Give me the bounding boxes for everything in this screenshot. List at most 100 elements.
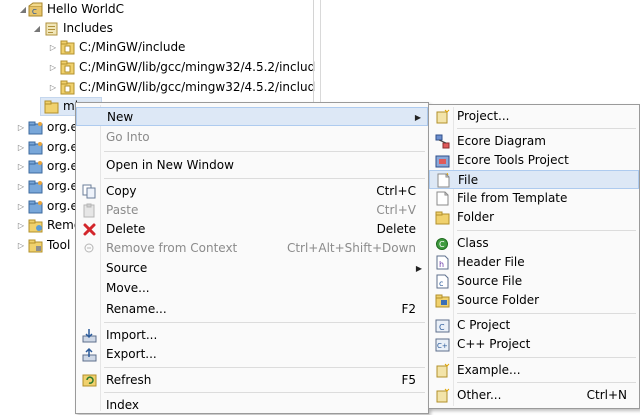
menu-item-ecore-tools-project[interactable]: Ecore Tools Project bbox=[429, 151, 639, 170]
menu-separator bbox=[457, 313, 636, 314]
menu-item-ecore-diagram[interactable]: Ecore Diagram bbox=[429, 132, 639, 151]
menu-item-open-in-new-window[interactable]: Open in New Window bbox=[76, 156, 428, 175]
file-template-icon bbox=[435, 191, 450, 206]
menu-item-rename[interactable]: Rename... F2 bbox=[76, 300, 428, 319]
other-wizard-icon bbox=[435, 388, 450, 403]
menu-item-label: Example... bbox=[457, 363, 521, 377]
menu-item-label: Refresh bbox=[106, 373, 152, 387]
menu-item-class[interactable]: C Class bbox=[429, 234, 639, 253]
collapsed-arrow-icon[interactable]: ▷ bbox=[48, 78, 58, 97]
menu-separator bbox=[104, 367, 425, 368]
tree-item-label: Includes bbox=[63, 21, 113, 35]
source-file-icon: c bbox=[435, 274, 450, 289]
menu-item-label: Delete bbox=[106, 222, 146, 236]
export-icon bbox=[82, 347, 97, 362]
menu-item-label: File bbox=[458, 173, 479, 187]
tree-item-label: org.e bbox=[47, 120, 78, 134]
expanded-arrow-icon[interactable]: ◢ bbox=[18, 0, 28, 19]
copy-icon bbox=[82, 184, 97, 199]
menu-item-folder[interactable]: Folder bbox=[429, 208, 639, 227]
menu-item-other[interactable]: Other... Ctrl+N bbox=[429, 386, 639, 405]
collapsed-arrow-icon[interactable]: ▷ bbox=[48, 58, 58, 77]
tree-item-project[interactable]: ▷ org.e bbox=[0, 118, 80, 137]
tree-item-include-path[interactable]: ▷ C:/MinGW/lib/gcc/mingw32/4.5.2/includ bbox=[0, 78, 315, 97]
menu-item-move[interactable]: Move... bbox=[76, 279, 428, 298]
menu-item-shortcut: F2 bbox=[401, 302, 416, 316]
tree-item-label: Tool bbox=[47, 238, 71, 252]
collapsed-arrow-icon[interactable]: ▷ bbox=[16, 236, 26, 255]
menu-item-index[interactable]: Index bbox=[76, 396, 428, 415]
refresh-icon bbox=[82, 373, 97, 388]
menu-item-copy[interactable]: Copy Ctrl+C bbox=[76, 182, 428, 201]
project-folder-icon bbox=[28, 140, 43, 155]
context-menu: New ▶ Go Into Open in New Window Copy Ct… bbox=[75, 102, 429, 414]
menu-item-source-folder[interactable]: Source Folder bbox=[429, 291, 639, 310]
ecore-diagram-icon bbox=[435, 134, 450, 149]
tree-item-tools[interactable]: ▷ Tool bbox=[0, 236, 80, 255]
menu-item-shortcut: Delete bbox=[376, 222, 416, 236]
menu-separator bbox=[104, 178, 425, 179]
menu-item-delete[interactable]: Delete Delete bbox=[76, 220, 428, 239]
collapsed-arrow-icon[interactable]: ▷ bbox=[16, 216, 26, 235]
tree-item-project[interactable]: ▷ org.e bbox=[0, 138, 80, 157]
include-folder-icon bbox=[60, 60, 75, 75]
collapsed-arrow-icon[interactable]: ▷ bbox=[16, 197, 26, 216]
menu-item-export[interactable]: Export... bbox=[76, 345, 428, 364]
menu-item-label: Remove from Context bbox=[106, 241, 238, 255]
include-folder-icon bbox=[60, 80, 75, 95]
menu-item-cpp-project[interactable]: C+ C++ Project bbox=[429, 335, 639, 354]
svg-text:c: c bbox=[439, 279, 443, 288]
collapsed-arrow-icon[interactable]: ▷ bbox=[16, 118, 26, 137]
folder-icon bbox=[44, 99, 59, 114]
expanded-arrow-icon[interactable]: ◢ bbox=[32, 19, 42, 38]
tree-item-hello-worldc[interactable]: ◢ C Hello WorldC bbox=[0, 0, 313, 19]
tree-item-include-path[interactable]: ▷ C:/MinGW/include bbox=[0, 38, 313, 57]
menu-item-new[interactable]: New ▶ bbox=[76, 107, 428, 126]
menu-item-label: Copy bbox=[106, 184, 137, 198]
menu-item-label: Project... bbox=[457, 109, 510, 123]
menu-separator bbox=[457, 128, 636, 129]
delete-icon bbox=[82, 222, 97, 237]
tree-item-remote[interactable]: ▷ Remo bbox=[0, 216, 81, 235]
new-submenu: Project... Ecore Diagram Ecore Tools Pro… bbox=[428, 104, 640, 409]
tree-item-include-path[interactable]: ▷ C:/MinGW/lib/gcc/mingw32/4.5.2/includ bbox=[0, 58, 316, 77]
collapsed-arrow-icon[interactable]: ▷ bbox=[16, 138, 26, 157]
tree-item-label: C:/MinGW/lib/gcc/mingw32/4.5.2/includ bbox=[79, 60, 316, 74]
menu-item-refresh[interactable]: Refresh F5 bbox=[76, 371, 428, 390]
menu-separator bbox=[457, 357, 636, 358]
menu-separator bbox=[457, 230, 636, 231]
menu-item-label: Source bbox=[106, 261, 148, 275]
includes-icon bbox=[44, 21, 59, 36]
header-file-icon: h bbox=[435, 255, 450, 270]
menu-item-c-project[interactable]: C C Project bbox=[429, 316, 639, 335]
tree-item-project[interactable]: ▷ org.e bbox=[0, 197, 80, 216]
menu-item-label: New bbox=[107, 110, 134, 124]
tree-item-project[interactable]: ▷ org.e bbox=[0, 157, 80, 176]
svg-text:h: h bbox=[439, 260, 444, 269]
menu-item-label: Header File bbox=[457, 255, 525, 269]
tree-item-label: org.e bbox=[47, 199, 78, 213]
menu-item-label: Index bbox=[106, 398, 140, 412]
tree-item-project[interactable]: ▷ org.e bbox=[0, 177, 80, 196]
menu-item-source-file[interactable]: c Source File bbox=[429, 272, 639, 291]
menu-item-header-file[interactable]: h Header File bbox=[429, 253, 639, 272]
collapsed-arrow-icon[interactable]: ▷ bbox=[16, 177, 26, 196]
menu-item-project[interactable]: Project... bbox=[429, 107, 639, 126]
collapsed-arrow-icon[interactable]: ▷ bbox=[48, 38, 58, 57]
tree-item-includes[interactable]: ◢ Includes bbox=[0, 19, 313, 38]
menu-item-label: Rename... bbox=[106, 302, 167, 316]
tree-item-label: org.e bbox=[47, 159, 78, 173]
folder-icon bbox=[435, 210, 450, 225]
menu-separator bbox=[104, 322, 425, 323]
svg-text:C+: C+ bbox=[437, 342, 448, 350]
pane-divider[interactable] bbox=[313, 0, 314, 102]
menu-item-source[interactable]: Source ▶ bbox=[76, 259, 428, 278]
menu-item-file-from-template[interactable]: File from Template bbox=[429, 189, 639, 208]
menu-item-shortcut: Ctrl+Alt+Shift+Down bbox=[286, 241, 416, 255]
collapsed-arrow-icon[interactable]: ▷ bbox=[16, 157, 26, 176]
menu-item-file[interactable]: File bbox=[429, 170, 639, 189]
remote-systems-icon bbox=[28, 218, 43, 233]
menu-item-import[interactable]: Import... bbox=[76, 326, 428, 345]
menu-item-shortcut: F5 bbox=[401, 373, 416, 387]
menu-item-example[interactable]: Example... bbox=[429, 361, 639, 380]
